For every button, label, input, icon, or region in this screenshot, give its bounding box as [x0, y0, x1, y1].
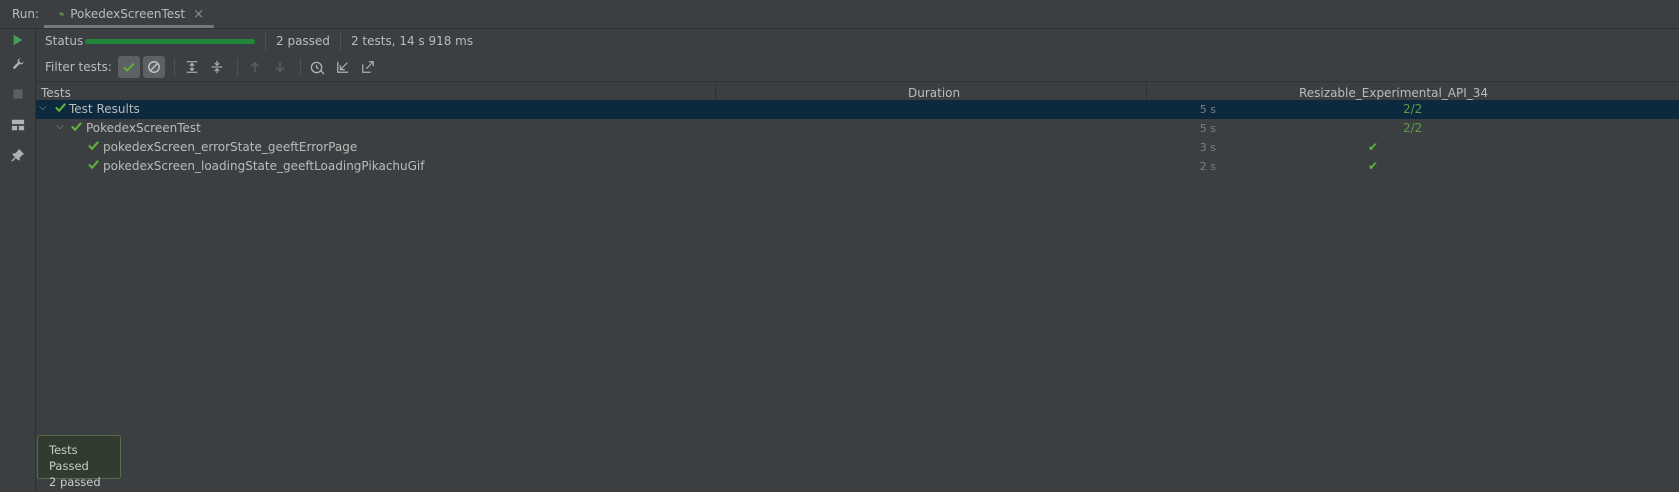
- row-name: Test Results: [69, 102, 140, 116]
- test-summary: 2 tests, 14 s 918 ms: [350, 34, 474, 48]
- divider: [265, 32, 266, 50]
- table-row[interactable]: ⌵ PokedexScreenTest 5 s 2/2: [36, 119, 1679, 138]
- table-row[interactable]: pokedexScreen_errorState_geeftErrorPage …: [36, 138, 1679, 157]
- table-row[interactable]: ⌵ Test Results 5 s 2/2: [36, 100, 1679, 119]
- run-tab[interactable]: PokedexScreenTest ×: [44, 0, 214, 28]
- divider: [339, 32, 341, 50]
- export-icon: [362, 61, 374, 73]
- stop-icon[interactable]: [10, 86, 26, 102]
- divider: [236, 58, 238, 76]
- run-label: Run:: [12, 7, 40, 21]
- row-name: pokedexScreen_errorState_geeftErrorPage: [103, 140, 358, 154]
- rerun-icon[interactable]: [10, 32, 26, 48]
- row-duration: 5 s: [1199, 122, 1216, 135]
- run-toolbar: Run: PokedexScreenTest ×: [0, 0, 1679, 29]
- row-duration: 2 s: [1199, 160, 1216, 173]
- row-result-check-icon: ✔: [1368, 140, 1379, 154]
- test-results-table: Tests Duration Resizable_Experimental_AP…: [36, 81, 1679, 492]
- ignored-icon: [147, 61, 160, 73]
- run-sidebar: [0, 29, 36, 492]
- arrow-up-icon: [250, 61, 260, 73]
- row-result-check-icon: ✔: [1368, 159, 1379, 173]
- row-duration: 3 s: [1199, 141, 1216, 154]
- checkmark-icon: [55, 103, 66, 113]
- status-progress-bar: [85, 38, 255, 44]
- row-result: 2/2: [1403, 121, 1423, 135]
- notification-detail: 2 passed: [49, 475, 101, 489]
- wrench-icon[interactable]: [10, 56, 26, 72]
- column-header-tests[interactable]: Tests: [41, 86, 71, 100]
- checkmark-icon: [88, 160, 99, 170]
- row-result: 2/2: [1403, 102, 1423, 116]
- android-test-icon: [59, 12, 65, 17]
- notification-title: Tests Passed: [49, 443, 89, 473]
- collapse-all-button[interactable]: [206, 56, 228, 78]
- passed-count: 2 passed: [276, 34, 330, 48]
- status-label: Status: [45, 34, 84, 48]
- filter-toolbar: Filter tests:: [36, 53, 1679, 81]
- show-passed-toggle[interactable]: [117, 56, 140, 78]
- expand-all-icon: [186, 61, 198, 73]
- next-failed-button[interactable]: [269, 56, 291, 78]
- tab-selection-underline: [44, 25, 214, 28]
- row-duration: 5 s: [1199, 103, 1216, 116]
- row-name: pokedexScreen_loadingState_geeftLoadingP…: [103, 159, 425, 173]
- previous-failed-button[interactable]: [244, 56, 266, 78]
- pin-icon[interactable]: [10, 147, 26, 163]
- checkmark-icon: [71, 122, 82, 132]
- run-tab-title: PokedexScreenTest: [70, 7, 186, 21]
- chevron-down-icon[interactable]: ⌵: [56, 121, 64, 132]
- checkmark-icon: [123, 62, 135, 72]
- tests-passed-notification[interactable]: Tests Passed 2 passed: [37, 435, 121, 489]
- row-name: PokedexScreenTest: [86, 121, 201, 135]
- layout-icon[interactable]: [10, 117, 26, 133]
- checkmark-icon: [88, 141, 99, 151]
- divider: [299, 58, 301, 76]
- test-history-button[interactable]: [307, 56, 329, 78]
- expand-all-button[interactable]: [181, 56, 203, 78]
- close-icon[interactable]: ×: [193, 7, 204, 22]
- export-tests-button[interactable]: [357, 56, 379, 78]
- table-row[interactable]: pokedexScreen_loadingState_geeftLoadingP…: [36, 157, 1679, 176]
- chevron-down-icon[interactable]: ⌵: [39, 102, 47, 113]
- import-tests-button[interactable]: [332, 56, 354, 78]
- filter-label: Filter tests:: [45, 60, 112, 74]
- column-header-device[interactable]: Resizable_Experimental_API_34: [1299, 86, 1488, 100]
- arrow-down-icon: [275, 61, 285, 73]
- show-ignored-toggle[interactable]: [142, 56, 165, 78]
- import-icon: [337, 61, 349, 73]
- divider: [173, 58, 175, 76]
- column-header-duration[interactable]: Duration: [908, 86, 960, 100]
- status-row: Status 2 passed 2 tests, 14 s 918 ms: [36, 29, 1679, 53]
- collapse-all-icon: [211, 60, 223, 74]
- history-icon: [311, 61, 325, 75]
